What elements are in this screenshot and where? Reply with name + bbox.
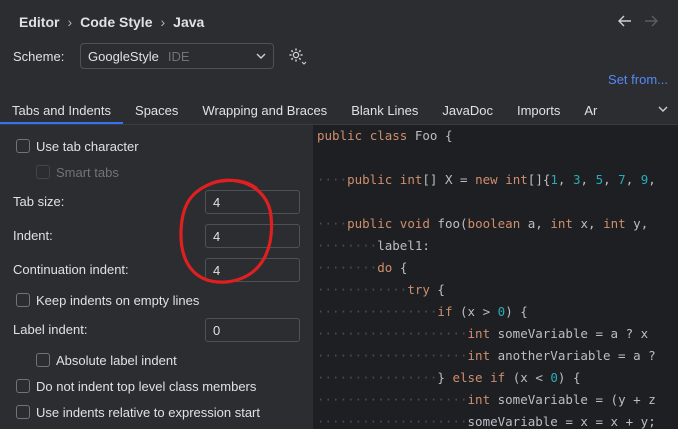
breadcrumb-code-style[interactable]: Code Style — [80, 14, 152, 30]
tab-blank-lines[interactable]: Blank Lines — [339, 97, 430, 125]
continuation-indent-label: Continuation indent: — [13, 262, 129, 277]
breadcrumb-editor[interactable]: Editor — [19, 14, 59, 30]
tab-arrangement[interactable]: Ar — [572, 97, 597, 125]
no-indent-top-level-checkbox[interactable] — [16, 379, 30, 393]
scheme-select[interactable]: GoogleStyle IDE — [80, 43, 274, 69]
tab-size-field[interactable] — [205, 190, 300, 214]
back-button[interactable] — [614, 10, 636, 32]
code-line: ····················int someVariable = (… — [317, 392, 656, 407]
code-line: ····public void foo(boolean a, int x, in… — [317, 216, 649, 231]
gear-icon[interactable] — [287, 46, 307, 66]
scheme-kind: IDE — [167, 48, 190, 64]
smart-tabs-checkbox — [36, 165, 50, 179]
breadcrumb: Editor › Code Style › Java — [19, 14, 204, 30]
tab-bar: Tabs and Indents Spaces Wrapping and Bra… — [0, 97, 678, 125]
no-indent-top-level-label: Do not indent top level class members — [36, 379, 257, 394]
tab-wrapping-and-braces[interactable]: Wrapping and Braces — [190, 97, 339, 125]
code-line: ····················someVariable = x = x… — [317, 414, 656, 429]
use-tab-character-checkbox[interactable] — [16, 139, 30, 153]
code-line: ········do { — [317, 260, 408, 275]
code-line: ················if (x > 0) { — [317, 304, 528, 319]
relative-indents-label: Use indents relative to expression start — [36, 405, 260, 420]
indent-field[interactable] — [205, 224, 300, 248]
relative-indents-checkbox[interactable] — [16, 405, 30, 419]
code-line: ············try { — [317, 282, 445, 297]
forward-button[interactable] — [640, 10, 662, 32]
scheme-label: Scheme: — [13, 49, 65, 64]
arrow-left-icon — [618, 15, 631, 27]
smart-tabs-label: Smart tabs — [56, 165, 119, 180]
keep-indents-checkbox[interactable] — [16, 293, 30, 307]
absolute-label-indent-label: Absolute label indent — [56, 353, 177, 368]
code-line: ················} else if (x < 0) { — [317, 370, 581, 385]
label-indent-field[interactable] — [205, 318, 300, 342]
code-line: ····················int anotherVariable … — [317, 348, 656, 363]
tab-spaces[interactable]: Spaces — [123, 97, 190, 125]
indent-label: Indent: — [13, 228, 53, 243]
code-line: ····················int someVariable = a… — [317, 326, 649, 341]
set-from-link[interactable]: Set from... — [608, 72, 668, 87]
code-preview[interactable]: public class Foo { ····public int[] X = n… — [313, 125, 678, 429]
breadcrumb-java: Java — [173, 14, 205, 30]
keep-indents-label: Keep indents on empty lines — [36, 293, 200, 308]
code-line: ····public int[] X = new int[]{1, 3, 5, … — [317, 172, 656, 187]
code-line: public class Foo { — [317, 128, 453, 143]
label-indent-label: Label indent: — [13, 322, 88, 337]
arrow-right-icon — [645, 15, 658, 27]
tab-imports[interactable]: Imports — [505, 97, 572, 125]
use-tab-character-label: Use tab character — [36, 139, 139, 154]
chevron-down-icon — [256, 53, 266, 59]
scheme-value: GoogleStyle — [88, 48, 159, 64]
breadcrumb-separator-icon: › — [67, 14, 73, 30]
tab-size-label: Tab size: — [13, 194, 65, 209]
tab-tabs-and-indents[interactable]: Tabs and Indents — [0, 97, 124, 125]
breadcrumb-separator-icon: › — [160, 14, 166, 30]
absolute-label-indent-checkbox[interactable] — [36, 353, 50, 367]
code-line: ········label1: — [317, 238, 430, 253]
tab-javadoc[interactable]: JavaDoc — [430, 97, 505, 125]
tabs-overflow-chevron-icon[interactable] — [656, 102, 670, 116]
continuation-indent-field[interactable] — [205, 258, 300, 282]
